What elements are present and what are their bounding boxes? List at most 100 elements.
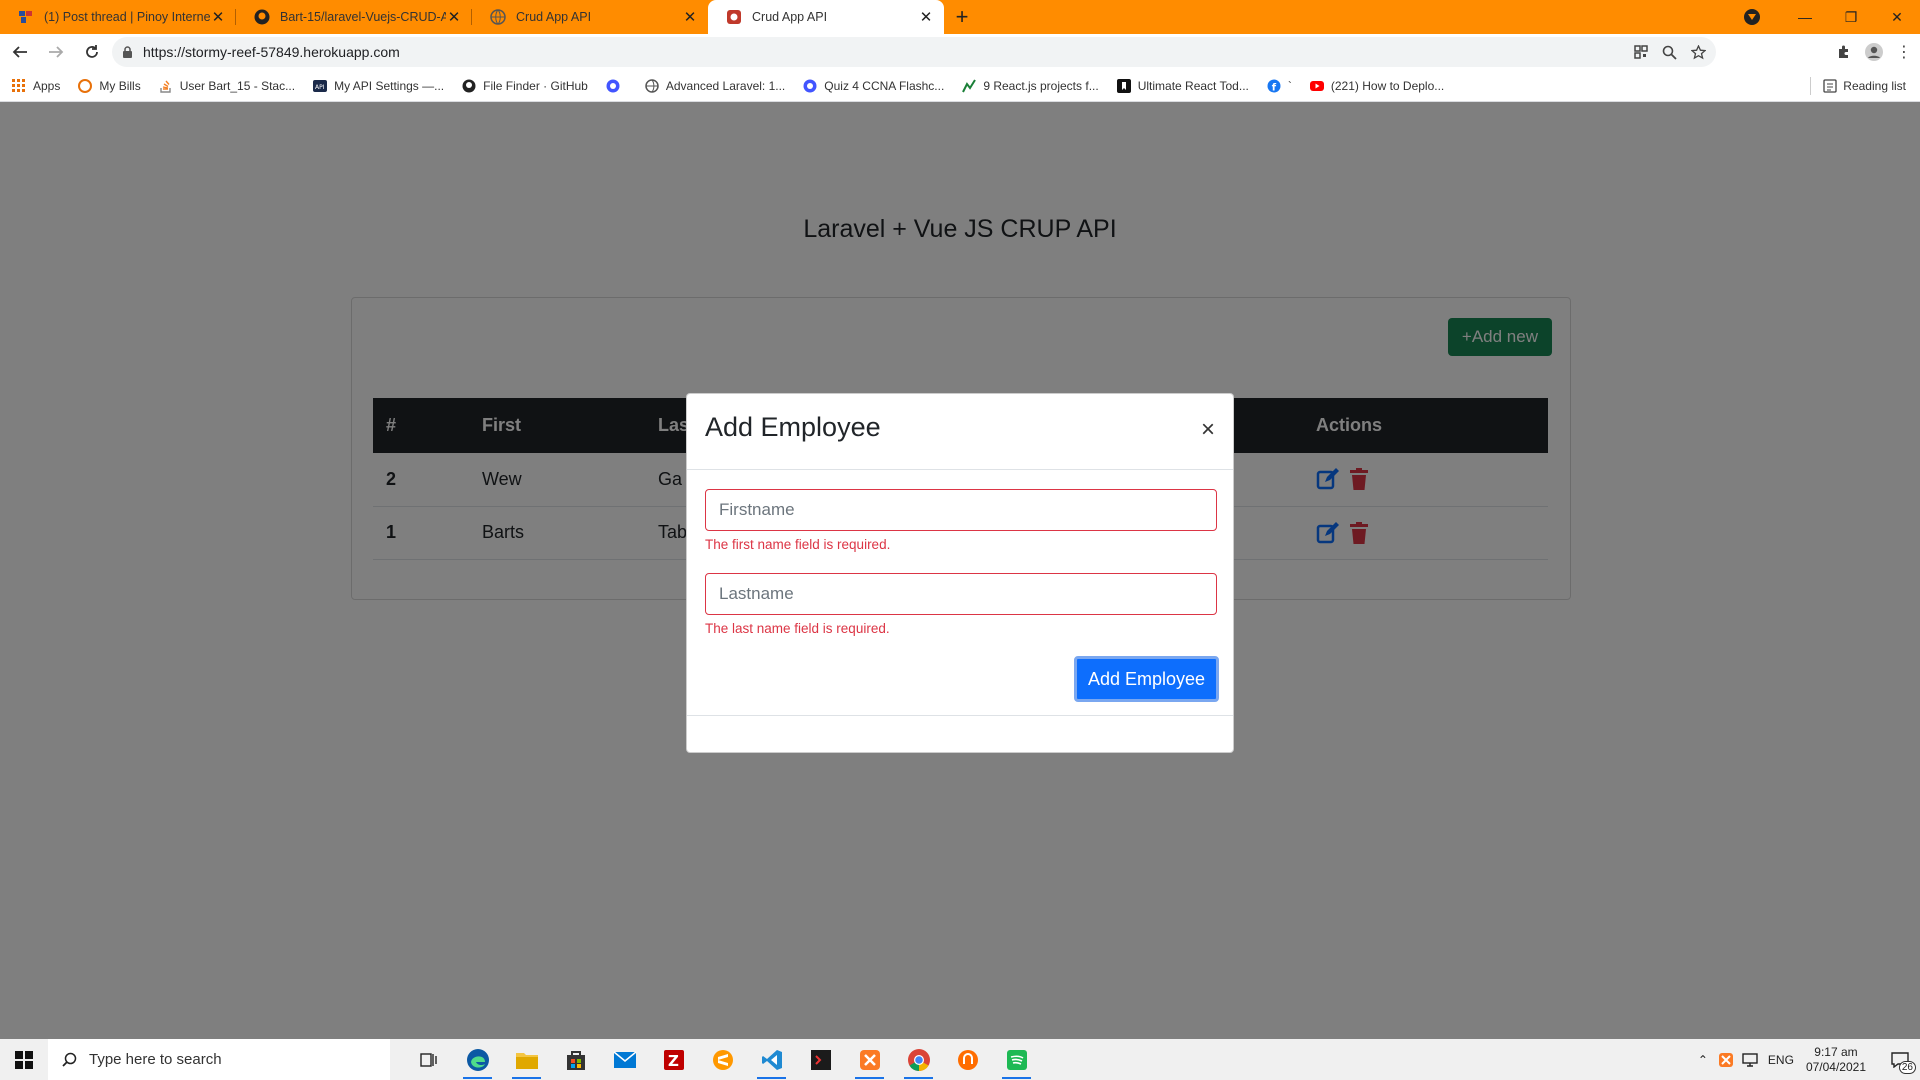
back-icon[interactable]	[4, 36, 36, 68]
new-tab-button[interactable]: +	[944, 0, 980, 34]
lock-icon	[123, 45, 132, 58]
clock[interactable]: 9:17 am 07/04/2021	[1806, 1045, 1866, 1075]
qr-code-icon[interactable]	[1634, 45, 1648, 59]
file-explorer-icon[interactable]	[502, 1039, 551, 1080]
bookmark-ccna-quiz[interactable]: Quiz 4 CCNA Flashc...	[803, 79, 944, 93]
reading-list-icon	[1823, 79, 1837, 93]
add-employee-button[interactable]: Add Employee	[1074, 656, 1219, 702]
bookmark-react-projects[interactable]: 9 React.js projects f...	[962, 78, 1099, 93]
bookmark-api-settings[interactable]: API My API Settings —...	[313, 79, 444, 93]
bookmark-youtube[interactable]: (221) How to Deplo...	[1309, 79, 1444, 93]
reading-list-label: Reading list	[1843, 79, 1906, 93]
modal-title: Add Employee	[705, 412, 881, 442]
zoom-icon[interactable]	[1662, 45, 1677, 60]
browser-menu-icon[interactable]: ⋮	[1896, 42, 1912, 62]
bookmark-label: `	[1287, 78, 1292, 93]
reading-list-button[interactable]: Reading list	[1810, 70, 1906, 102]
language-indicator[interactable]: ENG	[1768, 1053, 1794, 1067]
bookmark-apps[interactable]: Apps	[12, 78, 60, 93]
vscode-icon[interactable]	[747, 1039, 796, 1080]
bookmark-advanced-laravel[interactable]: Advanced Laravel: 1...	[645, 79, 785, 93]
forward-icon[interactable]	[40, 36, 72, 68]
divider	[1810, 77, 1812, 95]
add-employee-modal: Add Employee × The first name field is r…	[686, 393, 1234, 753]
close-window-icon[interactable]: ✕	[1874, 9, 1920, 26]
bookmark-label: 9 React.js projects f...	[983, 78, 1099, 93]
xampp-icon[interactable]	[845, 1039, 894, 1080]
bookmark-react-todo[interactable]: Ultimate React Tod...	[1116, 78, 1249, 93]
notification-center-button[interactable]: 26	[1880, 1039, 1920, 1080]
lastname-input[interactable]	[705, 573, 1217, 615]
reload-icon[interactable]	[76, 36, 108, 68]
close-tab-icon[interactable]: ✕	[446, 8, 462, 26]
restore-icon[interactable]: ❐	[1828, 9, 1874, 26]
bookmark-quizlet[interactable]	[606, 79, 627, 93]
bookmark-star-icon[interactable]	[1691, 44, 1706, 60]
search-icon	[62, 1052, 77, 1067]
api-icon: API	[313, 79, 328, 92]
task-view-icon[interactable]	[404, 1039, 453, 1080]
bookmark-my-bills[interactable]: My Bills	[78, 78, 141, 93]
terminal-icon[interactable]	[796, 1039, 845, 1080]
quizlet-icon	[606, 79, 620, 92]
system-tray: ⌃ ENG 9:17 am 07/04/2021 26	[1698, 1039, 1920, 1080]
lastname-error: The last name field is required.	[705, 621, 890, 636]
close-tab-icon[interactable]: ✕	[682, 8, 698, 26]
mail-icon[interactable]	[600, 1039, 649, 1080]
extensions-icon[interactable]	[1836, 44, 1852, 60]
tab-title: Crud App API	[752, 10, 828, 24]
tipidpc-favicon	[19, 11, 32, 23]
tray-overflow-icon[interactable]: ⌃	[1698, 1053, 1708, 1067]
tab-crud-app-active[interactable]: Crud App API ✕	[708, 0, 944, 34]
bookmark-facebook[interactable]: f `	[1267, 79, 1292, 93]
bills-icon	[78, 78, 93, 93]
globe-favicon	[490, 9, 506, 25]
close-tab-icon[interactable]: ✕	[210, 8, 226, 26]
filezilla-icon[interactable]: Z	[649, 1039, 698, 1080]
close-tab-icon[interactable]: ✕	[918, 8, 934, 26]
bookmarks-bar: Apps My Bills User Bart_15 - Stac... API…	[0, 70, 1920, 102]
chart-icon	[962, 78, 977, 92]
svg-text:Z: Z	[668, 1052, 679, 1070]
modal-header: Add Employee ×	[687, 394, 1233, 470]
bookmark-label: Advanced Laravel: 1...	[665, 78, 786, 93]
clock-time: 9:17 am	[1814, 1044, 1858, 1059]
start-button[interactable]	[0, 1039, 48, 1080]
browser-toolbar: https://stormy-reef-57849.herokuapp.com …	[0, 34, 1920, 70]
bookmark-label: My Bills	[99, 78, 141, 93]
edge-icon[interactable]	[453, 1039, 502, 1080]
bookmark-file-finder[interactable]: File Finder · GitHub	[462, 79, 588, 93]
tab-github[interactable]: Bart-15/laravel-Vuejs-CRUD-API ✕	[236, 0, 472, 34]
globe-icon	[645, 78, 659, 93]
svg-text:f: f	[1272, 82, 1277, 93]
taskbar-search[interactable]: Type here to search	[48, 1039, 390, 1080]
tab-search-icon[interactable]	[1744, 9, 1760, 25]
bookmark-stackoverflow[interactable]: User Bart_15 - Stac...	[159, 79, 295, 93]
minimize-icon[interactable]: —	[1782, 9, 1828, 25]
store-icon[interactable]	[551, 1039, 600, 1080]
tab-crud-app-1[interactable]: Crud App API ✕	[472, 0, 708, 34]
address-bar[interactable]: https://stormy-reef-57849.herokuapp.com	[112, 37, 1716, 67]
firstname-input[interactable]	[705, 489, 1217, 531]
tab-tipidpc[interactable]: (1) Post thread | Pinoy Internet a ✕	[0, 0, 236, 34]
notification-count: 26	[1898, 1061, 1916, 1074]
profile-avatar-icon[interactable]	[1864, 42, 1884, 62]
tab-strip: (1) Post thread | Pinoy Internet a ✕ Bar…	[0, 0, 1920, 34]
apps-grid-icon	[12, 78, 25, 92]
chrome-icon[interactable]	[894, 1039, 943, 1080]
network-icon[interactable]	[1742, 1052, 1758, 1067]
sublime-icon[interactable]	[698, 1039, 747, 1080]
youtube-icon	[1309, 80, 1324, 91]
window-controls: — ❐ ✕	[1744, 0, 1920, 34]
xampp-tray-icon[interactable]	[1718, 1052, 1734, 1068]
svg-text:API: API	[315, 84, 325, 91]
bookmark-label: File Finder · GitHub	[483, 78, 588, 93]
tab-title: Bart-15/laravel-Vuejs-CRUD-API	[280, 10, 446, 24]
app-orange-icon[interactable]	[943, 1039, 992, 1080]
close-icon[interactable]: ×	[1201, 416, 1215, 444]
github-icon	[462, 79, 476, 92]
bookmark-dark-icon	[1116, 78, 1131, 93]
bookmark-label: My API Settings —...	[334, 78, 445, 93]
spotify-icon[interactable]	[992, 1039, 1041, 1080]
clock-date: 07/04/2021	[1805, 1059, 1866, 1074]
